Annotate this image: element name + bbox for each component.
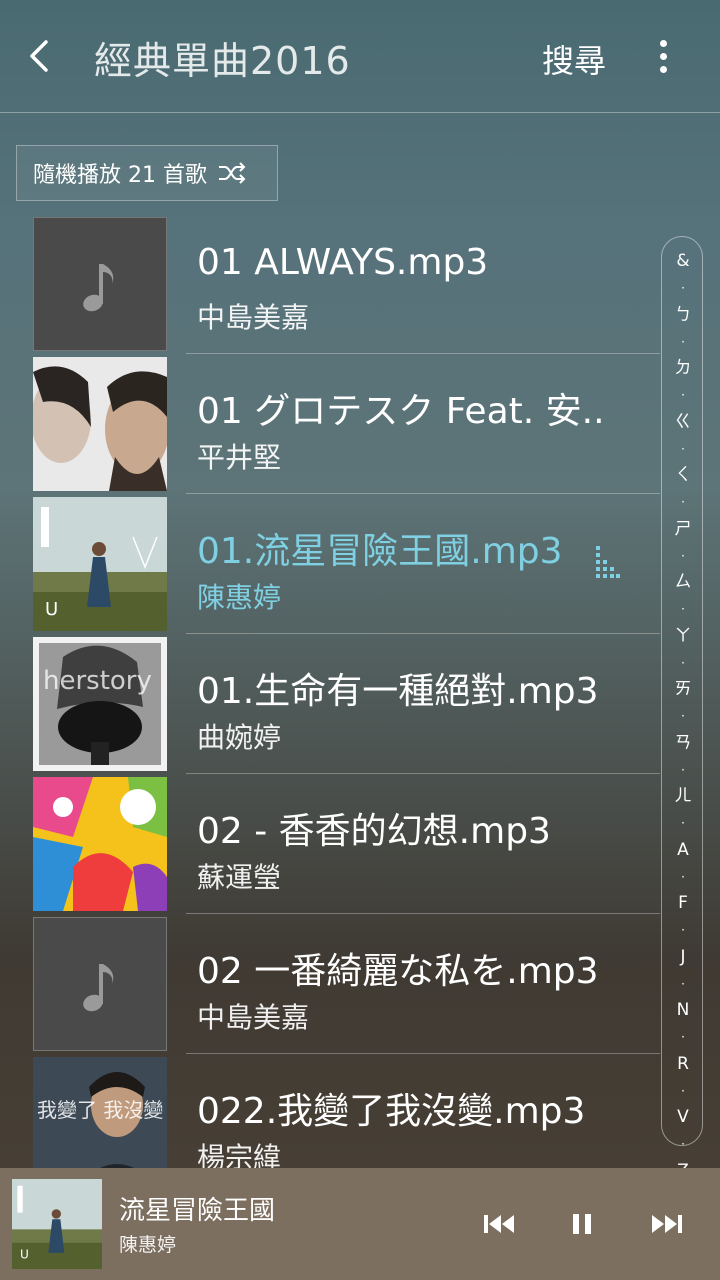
index-letter[interactable]: J (662, 947, 704, 967)
index-letter[interactable]: ㄙ (662, 572, 704, 592)
divider (186, 493, 660, 494)
song-artist: 楊宗緯 (197, 1141, 282, 1168)
now-playing-equalizer-icon (596, 546, 620, 578)
song-artist: 平井堅 (197, 441, 282, 474)
index-letter[interactable]: ㄢ (662, 733, 704, 753)
shuffle-play-button[interactable]: 隨機播放 21 首歌 (16, 145, 278, 201)
album-art (33, 777, 167, 911)
song-title: 02 一番綺麗な私を.mp3 (197, 951, 599, 992)
song-list[interactable]: 01 ALWAYS.mp3 中島美嘉 01 グロテスク Feat. 安.. 平井… (0, 216, 660, 1168)
shuffle-icon (218, 162, 246, 184)
song-artist: 中島美嘉 (197, 1001, 310, 1034)
svg-text:U: U (45, 599, 58, 620)
page-title: 經典單曲2016 (94, 39, 351, 83)
index-letter[interactable]: ㄍ (662, 412, 704, 432)
index-separator-dot: · (681, 816, 685, 830)
mini-player[interactable]: U 流星冒險王國 陳惠婷 (0, 1168, 720, 1280)
index-separator-dot: · (681, 388, 685, 402)
song-row[interactable]: 01 ALWAYS.mp3 中島美嘉 (0, 216, 660, 356)
shuffle-label: 隨機播放 21 首歌 (33, 163, 207, 188)
album-art: 我變了 我沒變 (33, 1057, 167, 1168)
song-artist: 蘇運瑩 (197, 861, 282, 894)
now-playing-title: 流星冒險王國 (119, 1196, 276, 1226)
index-separator-dot: · (681, 1083, 685, 1098)
music-note-icon (83, 264, 114, 312)
index-separator-dot: · (681, 1137, 685, 1151)
alphabet-index-scroller[interactable]: &·ㄅ·ㄉ·ㄍ·ㄑ·ㄕ·ㄙ·ㄚ·ㄞ·ㄢ·ㄦ·A·F·J·N·R·V·Z (661, 236, 704, 1181)
song-title: 022.我變了我沒變.mp3 (197, 1091, 586, 1132)
song-title: 01 グロテスク Feat. 安.. (197, 391, 605, 432)
song-title: 01.生命有一種絕對.mp3 (197, 671, 599, 712)
album-art (33, 357, 167, 491)
index-letter[interactable]: ㄑ (662, 465, 704, 485)
index-separator-dot: · (681, 1030, 685, 1044)
svg-text:U: U (20, 1247, 29, 1261)
index-separator-dot: · (681, 762, 685, 777)
now-playing-album-art: U (12, 1179, 102, 1269)
index-separator-dot: · (681, 976, 685, 991)
song-artist: 中島美嘉 (197, 301, 310, 334)
index-letter[interactable]: V (662, 1107, 704, 1127)
index-letter[interactable]: R (662, 1054, 704, 1074)
index-letter[interactable]: F (662, 893, 704, 913)
album-art-text: herstory (43, 666, 152, 696)
song-title: 01 ALWAYS.mp3 (197, 242, 489, 283)
index-letter[interactable]: ㄉ (662, 358, 704, 378)
index-letter[interactable]: ㄞ (662, 679, 704, 699)
song-row[interactable]: 02 一番綺麗な私を.mp3 中島美嘉 (0, 916, 660, 1056)
divider (186, 1053, 660, 1054)
song-row[interactable]: 我變了 我沒變 022.我變了我沒變.mp3 楊宗緯 (0, 1056, 660, 1168)
index-separator-dot: · (681, 709, 685, 723)
song-row[interactable]: 01 グロテスク Feat. 安.. 平井堅 (0, 356, 660, 496)
app-bar: 經典單曲2016 搜尋 (0, 0, 720, 113)
index-separator-dot: · (681, 334, 685, 349)
index-letter[interactable]: & (662, 251, 704, 271)
song-row-now-playing[interactable]: U 01.流星冒險王國.mp3 陳惠婷 (0, 496, 660, 636)
index-letter[interactable]: ㄦ (662, 786, 704, 806)
pause-icon[interactable] (562, 1208, 602, 1240)
index-letter[interactable]: N (662, 1000, 704, 1020)
index-separator-dot: · (681, 281, 685, 295)
index-separator-dot: · (681, 655, 685, 670)
divider (186, 353, 660, 354)
previous-track-icon[interactable] (480, 1208, 520, 1240)
back-arrow-icon[interactable] (22, 36, 62, 76)
song-artist: 曲婉婷 (197, 721, 282, 754)
divider (186, 633, 660, 634)
song-title: 02 - 香香的幻想.mp3 (197, 811, 551, 852)
next-track-icon[interactable] (646, 1208, 686, 1240)
search-button[interactable]: 搜尋 (542, 36, 606, 82)
divider (186, 913, 660, 914)
song-row[interactable]: 02 - 香香的幻想.mp3 蘇運瑩 (0, 776, 660, 916)
album-art: U (33, 497, 167, 631)
index-separator-dot: · (681, 441, 685, 456)
index-separator-dot: · (681, 869, 685, 884)
now-playing-artist: 陳惠婷 (119, 1234, 177, 1256)
index-separator-dot: · (681, 548, 685, 563)
song-artist: 陳惠婷 (197, 581, 282, 614)
index-letter[interactable]: ㄚ (662, 626, 704, 646)
album-art-placeholder (33, 217, 167, 351)
index-separator-dot: · (681, 495, 685, 509)
music-note-icon (83, 964, 114, 1012)
index-letter[interactable]: ㄅ (662, 305, 704, 325)
index-letter[interactable]: A (662, 840, 704, 860)
song-title: 01.流星冒險王國.mp3 (197, 531, 563, 572)
divider (186, 773, 660, 774)
album-art: herstory (33, 637, 167, 771)
album-art-text: 我變了 我沒變 (37, 1098, 163, 1122)
more-options-icon[interactable] (648, 36, 678, 76)
index-letter[interactable]: ㄕ (662, 519, 704, 539)
index-separator-dot: · (681, 602, 685, 616)
song-row[interactable]: herstory 01.生命有一種絕對.mp3 曲婉婷 (0, 636, 660, 776)
index-separator-dot: · (681, 923, 685, 937)
album-art-placeholder (33, 917, 167, 1051)
